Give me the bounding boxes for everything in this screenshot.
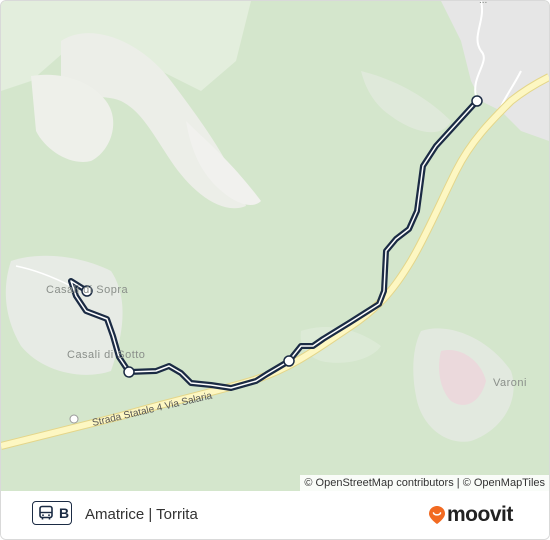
route-footer: B Amatrice | Torrita moovit <box>1 491 549 539</box>
route-badge: B <box>32 501 72 525</box>
map-svg: Strada Statale 4 Via Salaria <box>1 1 549 491</box>
openmaptiles-link[interactable]: OpenMapTiles <box>474 477 545 489</box>
attribution-prefix: © <box>304 477 313 489</box>
road-marker-icon <box>69 414 79 424</box>
map-attribution: © OpenStreetMap contributors | © OpenMap… <box>300 475 549 491</box>
osm-attribution-link[interactable]: OpenStreetMap contributors <box>316 477 454 489</box>
route-stop[interactable] <box>471 95 483 107</box>
location-pin-icon <box>429 506 445 524</box>
map-canvas[interactable]: Strada Statale 4 Via Salaria Casali di S… <box>1 1 549 491</box>
place-label: Casali di Sopra <box>46 284 129 296</box>
place-label: Casali di Sotto <box>67 349 146 361</box>
bus-icon <box>39 505 53 520</box>
brand-name: moovit <box>447 503 513 526</box>
moovit-logo[interactable]: moovit <box>429 503 513 527</box>
place-label: Varoni <box>493 377 527 389</box>
route-short-name: B <box>59 505 70 521</box>
map-card: Strada Statale 4 Via Salaria Casali di S… <box>0 0 550 540</box>
attribution-separator: | © <box>456 477 471 489</box>
route-stop[interactable] <box>123 366 135 378</box>
route-stop[interactable] <box>283 355 295 367</box>
route-long-name: Amatrice | Torrita <box>85 506 198 523</box>
place-label-partial: ... <box>479 1 487 6</box>
